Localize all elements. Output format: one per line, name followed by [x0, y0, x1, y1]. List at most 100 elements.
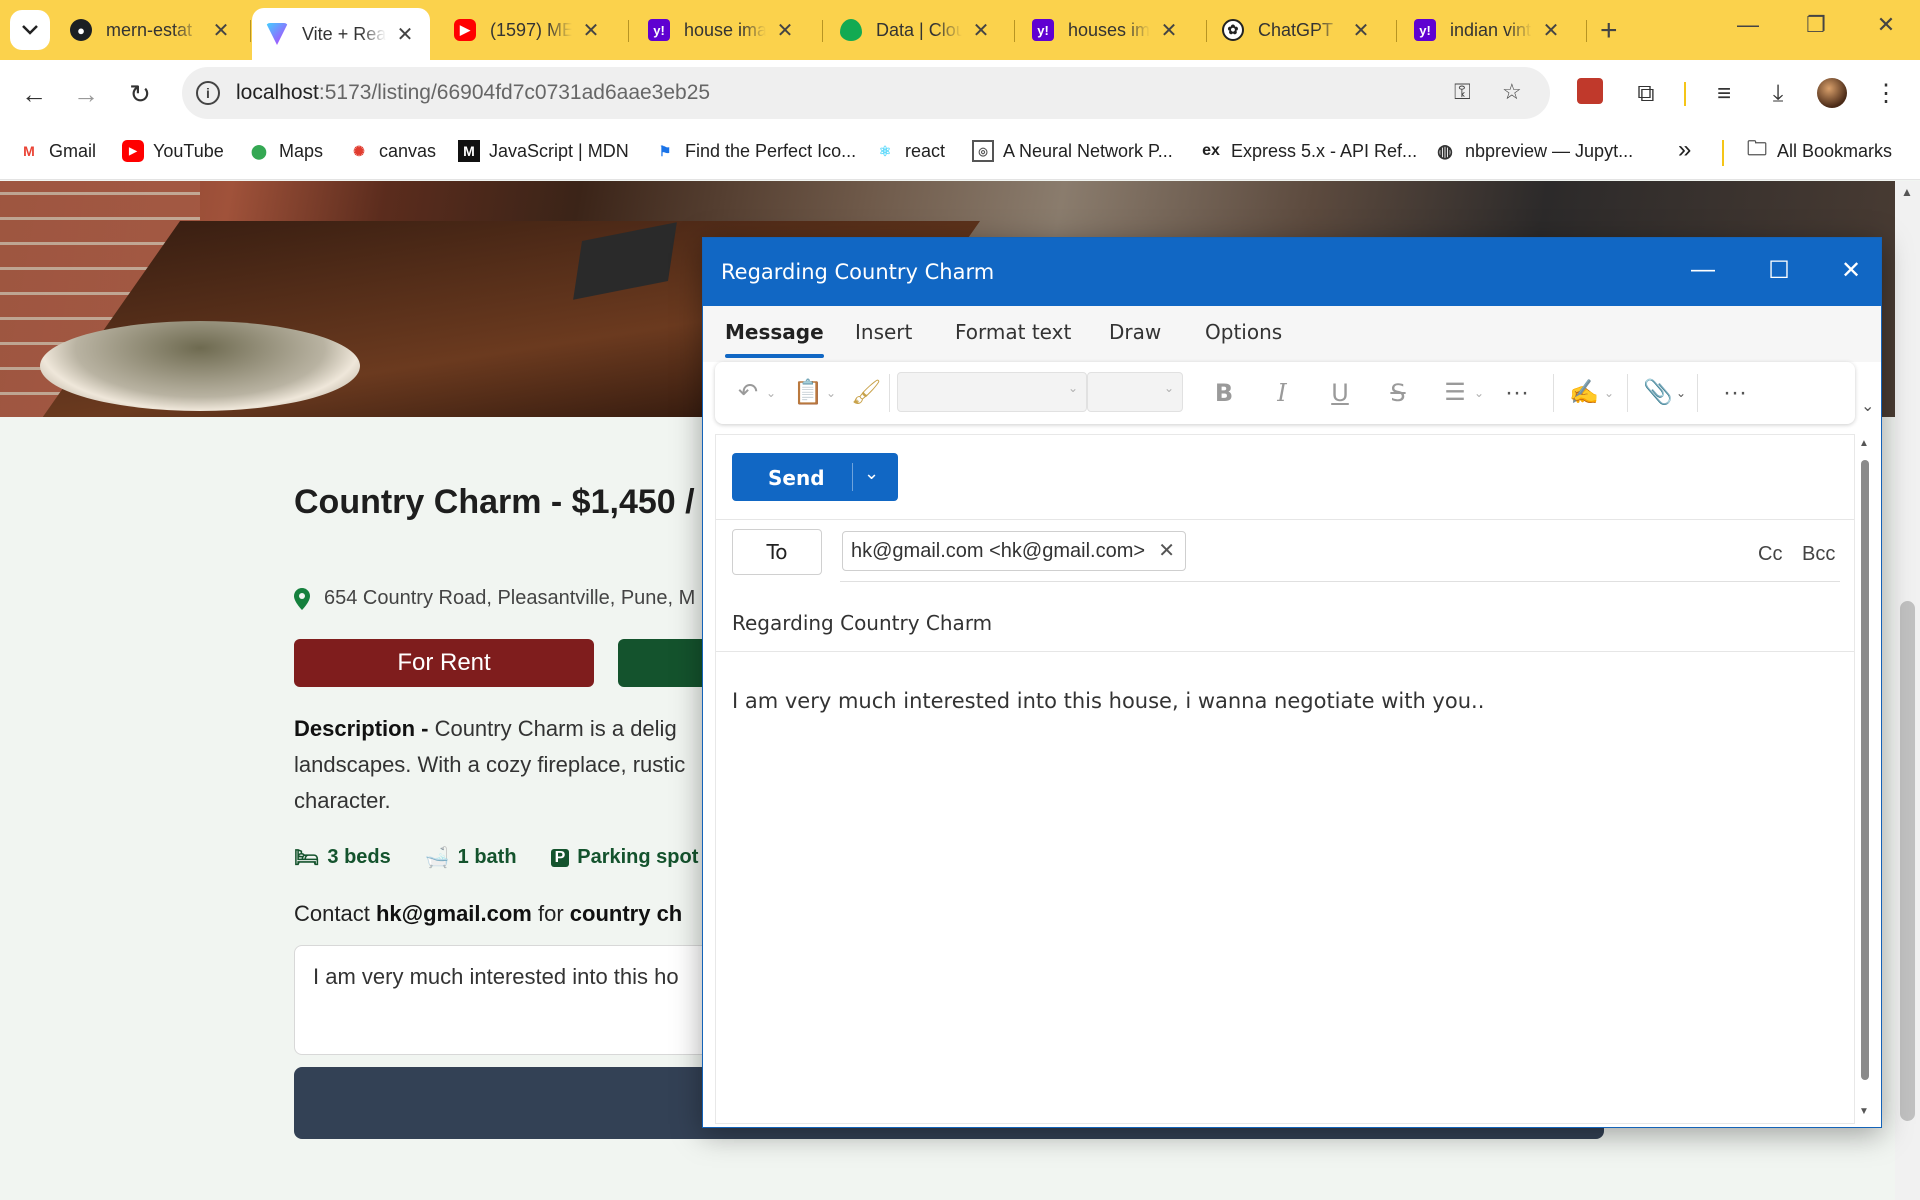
- bold-icon[interactable]: B: [1207, 376, 1241, 410]
- chevron-down-icon: ⌄: [1067, 381, 1078, 395]
- compose-scroll-thumb[interactable]: [1861, 460, 1869, 1080]
- font-family-select[interactable]: ⌄: [897, 372, 1087, 412]
- browser-tab[interactable]: ✿ ChatGPT ✕: [1208, 8, 1386, 52]
- bookmark-gmail[interactable]: M Gmail: [18, 140, 96, 162]
- more-formatting-icon[interactable]: ···: [1497, 376, 1537, 410]
- reload-button[interactable]: ↻: [122, 76, 158, 112]
- tab-insert[interactable]: Insert: [855, 320, 912, 344]
- address-bar[interactable]: i localhost:5173/listing/66904fd7c0731ad…: [182, 67, 1550, 119]
- tab-separator: [250, 20, 251, 42]
- chevron-down-icon[interactable]: ⌄: [765, 376, 777, 410]
- close-tab-icon[interactable]: ✕: [1158, 18, 1180, 43]
- compose-title-bar[interactable]: Regarding Country Charm — ☐ ✕: [703, 238, 1881, 306]
- bookmark-youtube[interactable]: ▶ YouTube: [122, 140, 224, 162]
- bookmark-icons[interactable]: ⚑ Find the Perfect Ico...: [654, 140, 856, 162]
- line-spacing-icon[interactable]: ☰: [1437, 376, 1473, 410]
- bcc-button[interactable]: Bcc: [1802, 543, 1835, 566]
- tab-format-text[interactable]: Format text: [955, 320, 1071, 344]
- bookmark-neural-network[interactable]: ◎ A Neural Network P...: [972, 140, 1173, 162]
- new-tab-button[interactable]: +: [1600, 14, 1618, 48]
- site-info-icon[interactable]: i: [196, 81, 220, 105]
- tab-message[interactable]: Message: [725, 320, 824, 358]
- cc-button[interactable]: Cc: [1758, 543, 1782, 566]
- ribbon-expand-chevron-icon[interactable]: ⌄: [1861, 396, 1874, 416]
- remove-recipient-icon[interactable]: ✕: [1158, 532, 1175, 570]
- scroll-up-arrow[interactable]: ▲: [1901, 185, 1913, 199]
- close-tab-icon[interactable]: ✕: [394, 22, 416, 47]
- paste-icon[interactable]: 📋: [793, 376, 823, 410]
- all-bookmarks-button[interactable]: 🗀 All Bookmarks: [1746, 138, 1892, 162]
- browser-tab[interactable]: ▶ (1597) MEI ✕: [440, 8, 616, 52]
- editor-icon[interactable]: ✍: [1567, 376, 1601, 410]
- extension-icon[interactable]: [1574, 78, 1606, 110]
- scroll-up-arrow[interactable]: ▲: [1859, 438, 1869, 449]
- browser-tab[interactable]: y! house ima ✕: [634, 8, 810, 52]
- recipient-chip[interactable]: hk@gmail.com <hk@gmail.com> ✕: [842, 531, 1187, 571]
- password-key-icon[interactable]: ⚿: [1454, 79, 1471, 105]
- back-button[interactable]: ←: [16, 76, 52, 112]
- compose-scrollbar[interactable]: ▲ ▼: [1857, 434, 1873, 1124]
- close-tab-icon[interactable]: ✕: [580, 18, 602, 43]
- media-queue-icon[interactable]: ≡: [1708, 78, 1740, 110]
- browser-tab[interactable]: ● mern-estat ✕: [56, 8, 246, 52]
- chevron-down-icon[interactable]: ⌄: [1603, 376, 1615, 410]
- attach-icon[interactable]: 📎: [1641, 376, 1675, 410]
- tab-separator: [1586, 20, 1587, 42]
- bookmark-maps[interactable]: ⬤ Maps: [248, 140, 323, 162]
- close-tab-icon[interactable]: ✕: [1350, 18, 1372, 43]
- download-icon[interactable]: ⤓: [1762, 78, 1794, 110]
- profile-avatar[interactable]: [1816, 78, 1848, 110]
- more-options-icon[interactable]: ···: [1715, 376, 1755, 410]
- bookmark-mdn[interactable]: M JavaScript | MDN: [458, 140, 629, 162]
- tab-options[interactable]: Options: [1205, 320, 1282, 344]
- compose-maximize-button[interactable]: ☐: [1759, 256, 1799, 288]
- browser-tab[interactable]: Data | Clou ✕: [826, 8, 1006, 52]
- chevron-down-icon[interactable]: ⌄: [1675, 376, 1687, 410]
- extensions-puzzle-icon[interactable]: ⧉: [1630, 78, 1662, 110]
- to-button[interactable]: To: [732, 529, 822, 575]
- forward-button[interactable]: →: [68, 76, 104, 112]
- more-bookmarks-button[interactable]: »: [1678, 136, 1691, 164]
- close-tab-icon[interactable]: ✕: [774, 18, 796, 43]
- close-tab-icon[interactable]: ✕: [210, 18, 232, 43]
- page-scrollbar[interactable]: ▲: [1895, 181, 1920, 1200]
- page-scroll-thumb[interactable]: [1900, 601, 1915, 1121]
- subject-field[interactable]: Regarding Country Charm: [732, 611, 992, 635]
- bookmark-react[interactable]: ⚛ react: [874, 140, 945, 162]
- browser-toolbar: ← → ↻ i localhost:5173/listing/66904fd7c…: [0, 60, 1920, 126]
- message-body[interactable]: I am very much interested into this hous…: [732, 689, 1484, 713]
- yahoo-icon: y!: [648, 19, 670, 41]
- format-painter-icon[interactable]: 🖌: [851, 376, 881, 410]
- restore-window-button[interactable]: ❐: [1796, 12, 1836, 38]
- kebab-menu-icon[interactable]: ⋮: [1870, 78, 1902, 110]
- close-tab-icon[interactable]: ✕: [1540, 18, 1562, 43]
- minimize-window-button[interactable]: —: [1728, 12, 1768, 38]
- browser-tab-active[interactable]: Vite + Rea ✕: [252, 8, 430, 60]
- tab-search-button[interactable]: [10, 10, 50, 50]
- underline-icon[interactable]: U: [1323, 376, 1357, 410]
- bookmark-express[interactable]: ex Express 5.x - API Ref...: [1200, 140, 1417, 162]
- send-options-chevron-icon[interactable]: ⌄: [864, 463, 879, 484]
- compose-minimize-button[interactable]: —: [1683, 256, 1723, 288]
- undo-icon[interactable]: ↶: [733, 376, 763, 410]
- browser-tab[interactable]: y! houses im ✕: [1018, 8, 1194, 52]
- close-window-button[interactable]: ✕: [1866, 12, 1906, 38]
- close-tab-icon[interactable]: ✕: [970, 18, 992, 43]
- bookmark-nbpreview[interactable]: ◍ nbpreview — Jupyt...: [1434, 140, 1633, 162]
- chevron-down-icon: ⌄: [1163, 381, 1174, 395]
- font-size-select[interactable]: ⌄: [1087, 372, 1183, 412]
- italic-icon[interactable]: I: [1265, 376, 1299, 410]
- send-button[interactable]: Send ⌄: [732, 453, 898, 501]
- bookmark-star-icon[interactable]: ☆: [1502, 79, 1522, 105]
- browser-tab[interactable]: y! indian vint ✕: [1400, 8, 1576, 52]
- tab-draw[interactable]: Draw: [1109, 320, 1161, 344]
- strikethrough-icon[interactable]: S: [1381, 376, 1415, 410]
- chevron-down-icon[interactable]: ⌄: [1473, 376, 1485, 410]
- compose-close-button[interactable]: ✕: [1831, 256, 1871, 288]
- scroll-down-arrow[interactable]: ▼: [1859, 1106, 1869, 1117]
- globe-icon: ◍: [1437, 140, 1453, 161]
- bookmark-canvas[interactable]: ✺ canvas: [348, 140, 436, 162]
- mongodb-icon: [840, 19, 862, 41]
- listing-features: 🛏 3 beds 🛁 1 bath P Parking spot: [294, 845, 698, 870]
- chevron-down-icon[interactable]: ⌄: [825, 376, 837, 410]
